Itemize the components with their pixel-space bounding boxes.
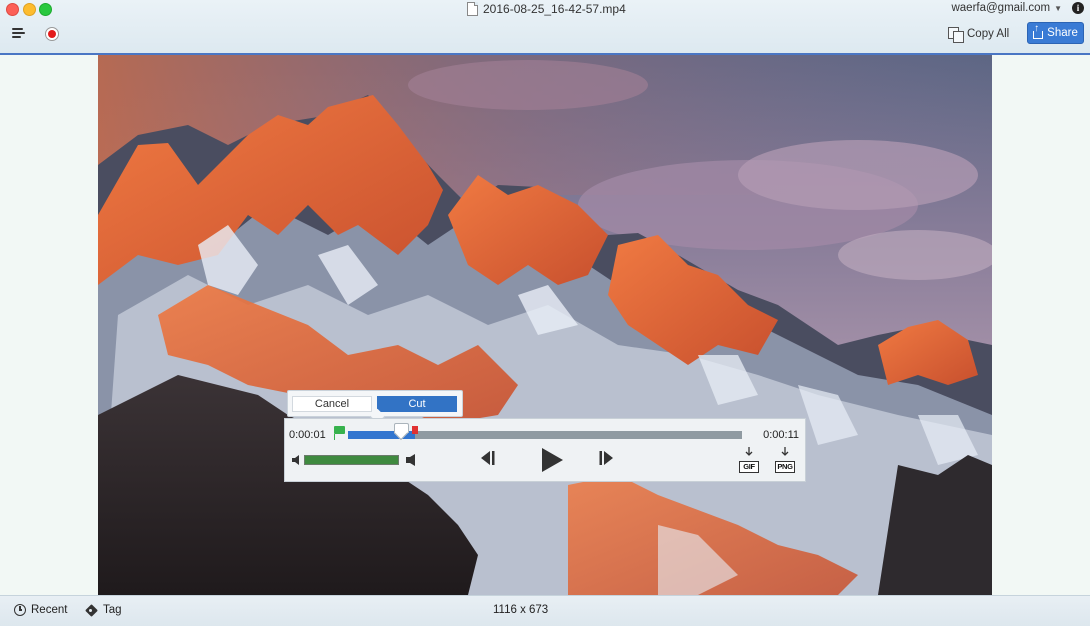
close-window-button[interactable] [6,3,19,16]
chevron-down-icon: ▼ [1054,3,1062,13]
tag-icon [85,605,98,616]
export-png-button[interactable]: PNG [774,447,796,473]
minimize-window-button[interactable] [23,3,36,16]
clock-icon [14,604,26,616]
info-icon[interactable]: i [1072,2,1084,14]
export-gif-button[interactable]: GIF [738,447,760,473]
account-email: waerfa@gmail.com [951,2,1051,14]
account-menu[interactable]: waerfa@gmail.com ▼ [951,2,1062,14]
trim-actions: Cancel Cut [287,390,463,417]
export-gif-label: GIF [739,461,759,473]
step-forward-icon[interactable] [597,449,615,467]
record-icon[interactable] [45,27,59,41]
document-icon [467,2,478,16]
volume-slider[interactable] [304,455,399,465]
volume-high-icon[interactable] [405,453,417,467]
image-dimensions: 1116 x 673 [493,604,549,616]
preview-canvas: Cancel Cut 0:00:01 0:00:11 GIF PNG [0,55,1090,595]
playhead-handle[interactable] [394,423,410,438]
download-arrow-icon [745,447,753,456]
mountain-image [98,55,992,595]
video-frame [98,55,992,595]
share-icon [1033,23,1044,39]
tag-button[interactable]: Tag [85,604,122,616]
cancel-button[interactable]: Cancel [292,395,372,412]
volume-low-icon[interactable] [291,453,303,467]
window-title-text: 2016-08-25_16-42-57.mp4 [483,2,626,16]
recent-label: Recent [31,604,68,616]
trim-start-handle[interactable] [334,426,345,440]
tag-label: Tag [103,604,122,616]
copy-icon [948,26,964,43]
status-bar: Recent Tag 1116 x 673 [0,595,1090,626]
trim-end-handle[interactable] [411,426,418,434]
hamburger-icon[interactable] [12,28,25,39]
video-player-controls: 0:00:01 0:00:11 GIF PNG [284,418,806,482]
copy-all-label: Copy All [967,28,1010,40]
export-png-label: PNG [775,461,795,473]
current-time: 0:00:01 [289,429,326,441]
share-button[interactable]: Share [1027,22,1084,44]
copy-all-button[interactable]: Copy All [948,25,1009,43]
step-back-icon[interactable] [479,449,497,467]
end-time: 0:00:11 [763,429,799,441]
recent-button[interactable]: Recent [14,604,67,616]
maximize-window-button[interactable] [39,3,52,16]
share-label: Share [1047,27,1078,39]
cut-button[interactable]: Cut [377,395,457,412]
window-title: 2016-08-25_16-42-57.mp4 [467,1,626,17]
window-toolbar: 2016-08-25_16-42-57.mp4 waerfa@gmail.com… [0,0,1090,55]
volume-level [305,456,398,464]
download-arrow-icon [781,447,789,456]
play-icon[interactable] [539,446,565,474]
